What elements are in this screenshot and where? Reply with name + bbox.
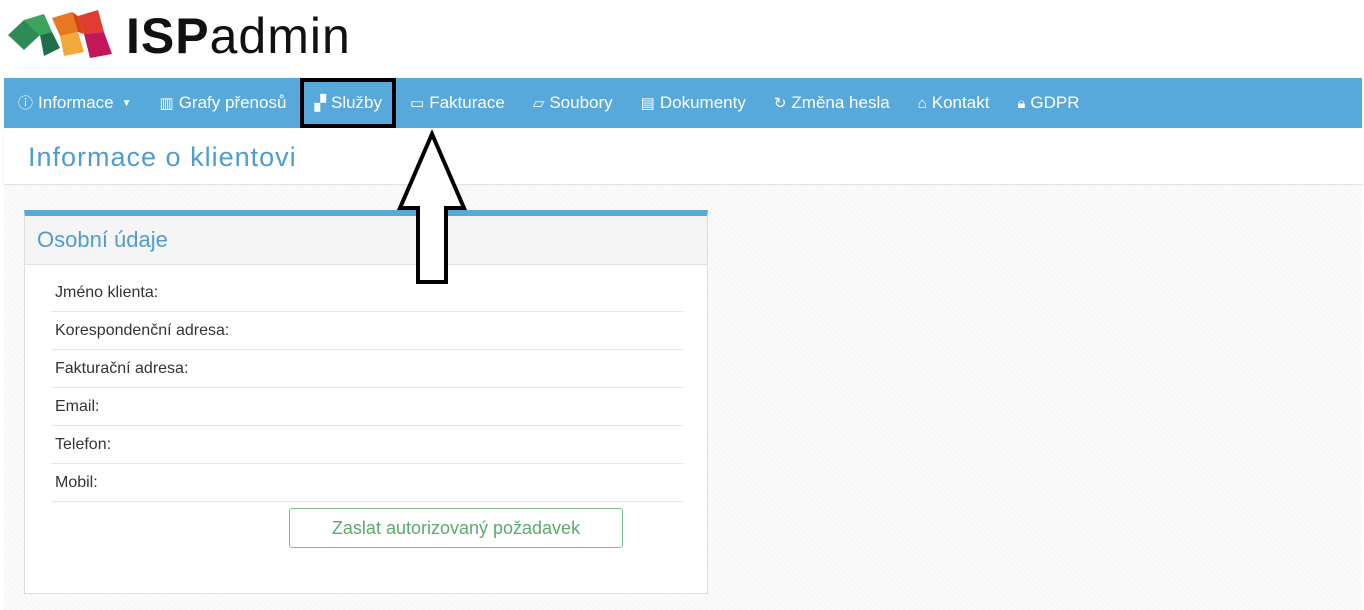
logo-icon <box>8 10 112 58</box>
header: ISPadmin <box>0 0 1364 76</box>
nav-label: Grafy přenosů <box>178 93 287 112</box>
document-icon: ▤ <box>640 94 655 112</box>
nav-label: GDPR <box>1030 93 1080 112</box>
personal-info-panel: Osobní údaje Jméno klienta: Korespondenč… <box>24 210 708 594</box>
nav-label: Fakturace <box>429 93 505 112</box>
row-billing-address: Fakturační adresa: <box>51 350 683 388</box>
row-phone: Telefon: <box>51 426 683 464</box>
page-title-bar: Informace o klientovi <box>4 128 1362 185</box>
panel-title: Osobní údaje <box>25 216 707 265</box>
up-arrow-annotation-icon <box>396 130 468 284</box>
refresh-icon: ↻ <box>773 94 787 112</box>
row-email: Email: <box>51 388 683 426</box>
folder-open-icon: ▱ <box>532 94 545 112</box>
row-correspondence-address: Korespondenční adresa: <box>51 312 683 350</box>
nav-item-kontakt[interactable]: ⌂ Kontakt <box>904 78 1004 128</box>
nav-label: Kontakt <box>931 93 990 112</box>
logo-bold: ISP <box>126 8 210 64</box>
row-mobile: Mobil: <box>51 464 683 502</box>
caret-down-icon: ▼ <box>121 97 132 109</box>
logo-text: ISPadmin <box>126 6 351 66</box>
row-client-name: Jméno klienta: <box>51 274 683 312</box>
bar-chart-icon: ▥ <box>159 94 174 112</box>
info-circle-icon: ⓘ <box>18 94 34 112</box>
sitemap-icon: ▞ <box>314 94 326 112</box>
nav-item-zmena-hesla[interactable]: ↻ Změna hesla <box>760 78 904 128</box>
page-title: Informace o klientovi <box>28 142 297 172</box>
nav-item-fakturace[interactable]: ▭ Fakturace <box>396 78 519 128</box>
logo-light: admin <box>209 8 351 64</box>
nav-item-soubory[interactable]: ▱ Soubory <box>519 78 627 128</box>
nav-item-sluzby[interactable]: ▞ Služby <box>300 78 397 128</box>
nav-label: Soubory <box>549 93 613 112</box>
home-icon: ⌂ <box>917 94 927 112</box>
send-authorized-request-button[interactable]: Zaslat autorizovaný požadavek <box>289 508 623 548</box>
main-navbar: ⓘ Informace ▼ ▥ Grafy přenosů ▞ Služby ▭… <box>4 78 1362 128</box>
nav-label: Služby <box>330 93 383 112</box>
nav-label: Změna hesla <box>791 93 890 112</box>
nav-item-grafy[interactable]: ▥ Grafy přenosů <box>146 78 301 128</box>
nav-item-dokumenty[interactable]: ▤ Dokumenty <box>627 78 760 128</box>
nav-item-gdpr[interactable]: 🔒︎ GDPR <box>1003 78 1093 128</box>
nav-label: Dokumenty <box>659 93 746 112</box>
nav-label: Informace <box>38 93 114 112</box>
nav-item-informace[interactable]: ⓘ Informace ▼ <box>4 78 146 128</box>
info-rows: Jméno klienta: Korespondenční adresa: Fa… <box>51 274 683 502</box>
money-icon: ▭ <box>410 94 425 112</box>
lock-icon: 🔒︎ <box>1017 94 1026 112</box>
